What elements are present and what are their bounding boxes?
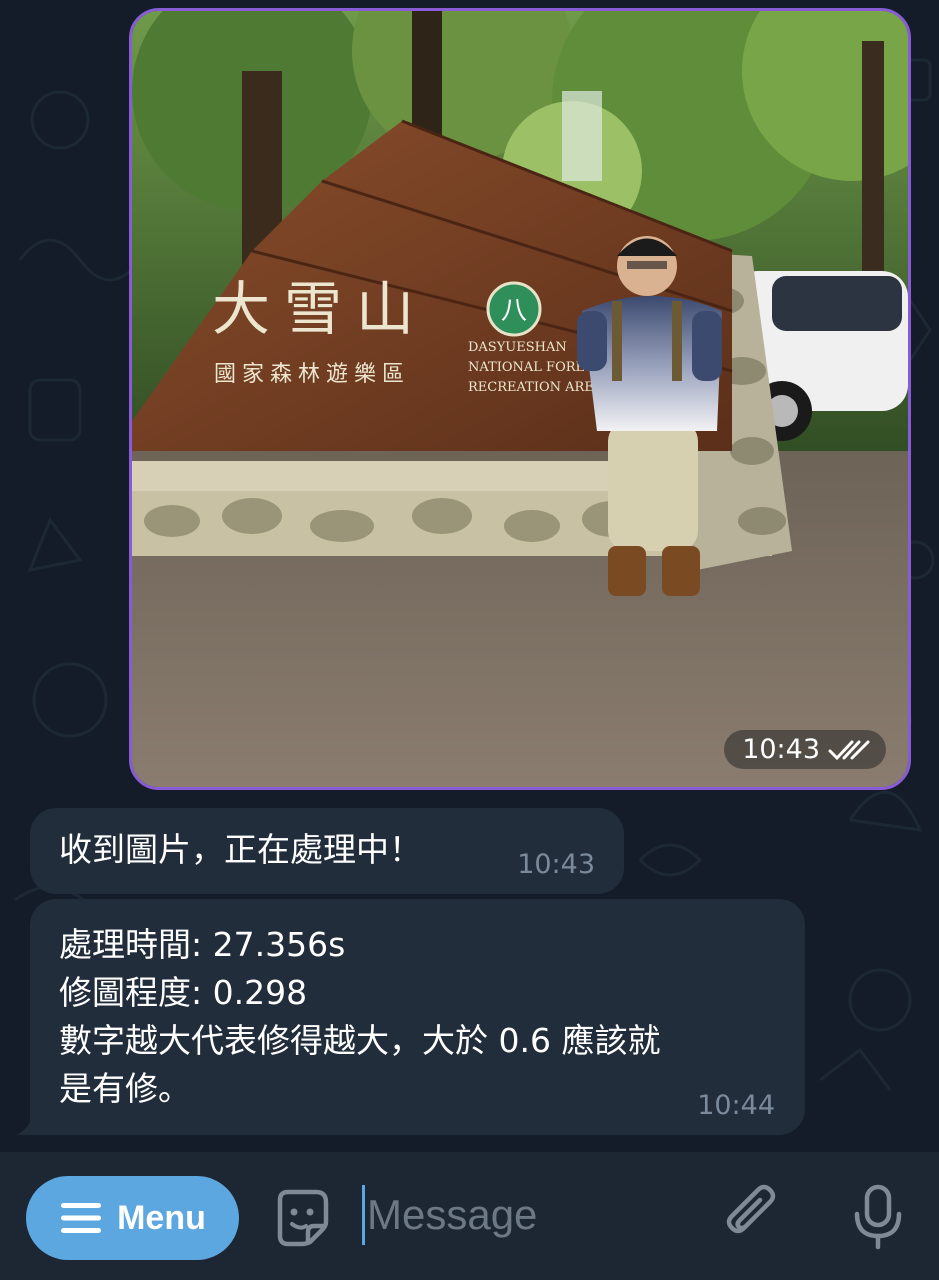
message-text-line: 是有修。	[59, 1069, 191, 1108]
message-text: 收到圖片，正在處理中！	[59, 830, 422, 869]
photo-message[interactable]: 八 大雪山 國家森林遊樂區 DASYUESHAN NATIONAL FOREST…	[129, 8, 911, 790]
photo-timestamp: 10:43	[724, 730, 886, 769]
message-composer: Menu Message	[0, 1152, 939, 1280]
sticker-icon[interactable]	[270, 1186, 334, 1250]
attach-icon[interactable]	[722, 1184, 782, 1248]
message-time: 10:43	[517, 849, 595, 880]
sign-en-line3: RECREATION AREA	[468, 380, 604, 395]
photo-image: 八 大雪山 國家森林遊樂區 DASYUESHAN NATIONAL FOREST…	[132, 11, 908, 787]
sign-logo: 八	[501, 296, 527, 326]
chat-background: 八 大雪山 國家森林遊樂區 DASYUESHAN NATIONAL FOREST…	[0, 0, 939, 1152]
double-check-icon	[828, 740, 870, 760]
message-text-line: 修圖程度: 0.298	[59, 973, 308, 1012]
sign-title: 大雪山	[212, 275, 428, 343]
menu-icon	[61, 1203, 102, 1233]
message-text-line: 處理時間: 27.356s	[59, 925, 346, 964]
message-text-line: 數字越大代表修得越大，大於 0.6 應該就	[59, 1021, 661, 1060]
message-placeholder: Message	[367, 1191, 538, 1238]
mic-icon[interactable]	[852, 1184, 904, 1250]
message-bubble[interactable]: 收到圖片，正在處理中！ 10:43	[30, 808, 624, 894]
photo-time-text: 10:43	[742, 734, 820, 765]
text-caret	[362, 1185, 365, 1245]
sign-en-line1: DASYUESHAN	[468, 340, 567, 355]
message-input[interactable]: Message	[362, 1184, 692, 1246]
sign-subtitle: 國家森林遊樂區	[214, 362, 410, 387]
message-time: 10:44	[697, 1090, 775, 1121]
message-bubble[interactable]: 處理時間: 27.356s 修圖程度: 0.298 數字越大代表修得越大，大於 …	[30, 899, 805, 1135]
menu-button[interactable]: Menu	[26, 1176, 239, 1260]
menu-label: Menu	[117, 1198, 206, 1237]
